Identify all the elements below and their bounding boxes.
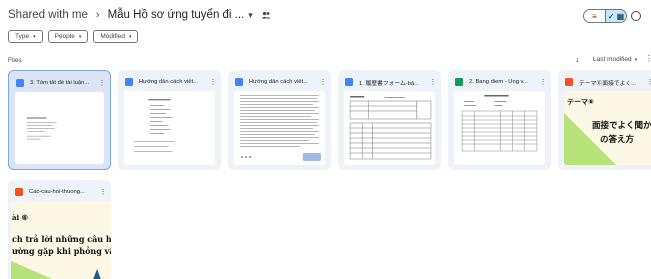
sort-direction-icon[interactable]: ↓ bbox=[575, 54, 580, 64]
more-options-icon[interactable]: ⋮ bbox=[98, 79, 106, 87]
docs-icon bbox=[345, 78, 353, 86]
slide-preview-text: ường gặp khi phỏng vấ bbox=[12, 246, 111, 256]
breadcrumb-shared-with-me[interactable]: Shared with me bbox=[8, 9, 88, 21]
slide-preview-heading: ài ⑥ bbox=[12, 213, 28, 222]
file-card[interactable]: テーマ⑥面接でよく... ⋮ テーマ⑥ 面接でよく聞か の答え方 bbox=[558, 70, 651, 170]
sort-menu-button[interactable]: Last modified ▾ bbox=[593, 56, 637, 63]
file-title: 3. Tóm tắt đề tài luận... bbox=[30, 80, 90, 86]
modified-filter-chip[interactable]: Modified ▾ bbox=[93, 30, 139, 43]
file-card[interactable]: 1. 履歴書フォーム-bả... ⋮ bbox=[338, 70, 441, 170]
people-filter-chip[interactable]: People ▾ bbox=[47, 30, 89, 43]
more-options-icon[interactable]: ⋮ bbox=[209, 78, 217, 86]
file-title: テーマ⑥面接でよく... bbox=[579, 80, 637, 87]
chip-label: People bbox=[54, 33, 75, 40]
chevron-down-icon: ▾ bbox=[33, 33, 36, 40]
slide-preview-heading: テーマ⑥ bbox=[567, 98, 594, 106]
shared-people-icon bbox=[261, 10, 271, 20]
file-thumbnail: ài ⑥ ch trả lời những câu h ường gặp khi… bbox=[11, 201, 111, 279]
file-card[interactable]: Hướng dẫn cách viết... ⋮ bbox=[228, 70, 331, 170]
more-options-icon[interactable]: ⋮ bbox=[645, 54, 651, 63]
info-icon[interactable] bbox=[631, 11, 641, 21]
chip-label: Modified bbox=[100, 33, 125, 40]
grid-view-button[interactable]: ✓ ▦ bbox=[605, 9, 627, 23]
file-title: 2. Bang diem - Ung v... bbox=[469, 79, 528, 85]
more-options-icon[interactable]: ⋮ bbox=[99, 188, 107, 196]
file-card[interactable]: 2. Bang diem - Ung v... ⋮ bbox=[448, 70, 551, 170]
file-thumbnail bbox=[15, 92, 104, 164]
file-card[interactable]: Cac-cau-hoi-thuong... ⋮ ài ⑥ ch trả lời … bbox=[8, 180, 111, 279]
chevron-down-icon: ▾ bbox=[634, 56, 638, 63]
slide-preview-text: ch trả lời những câu h bbox=[12, 234, 111, 244]
docs-icon bbox=[125, 78, 133, 86]
type-filter-chip[interactable]: Type ▾ bbox=[8, 30, 43, 43]
file-thumbnail bbox=[234, 91, 325, 165]
file-thumbnail bbox=[344, 91, 435, 165]
chevron-down-icon[interactable]: ▾ bbox=[248, 10, 253, 21]
sort-label: Last modified bbox=[593, 56, 632, 63]
file-title: 1. 履歴書フォーム-bả... bbox=[359, 80, 420, 87]
file-title: Cac-cau-hoi-thuong... bbox=[29, 189, 85, 195]
breadcrumb: Shared with me › Mẫu Hồ sơ ứng tuyển đi … bbox=[8, 5, 271, 25]
slide-preview-text: 面接でよく聞か bbox=[592, 121, 651, 131]
files-section-heading: Files bbox=[8, 57, 22, 64]
slides-icon bbox=[15, 188, 23, 196]
file-title: Hướng dẫn cách viết... bbox=[249, 79, 308, 85]
file-thumbnail bbox=[124, 91, 215, 165]
slide-preview-text: の答え方 bbox=[600, 135, 635, 145]
slides-icon bbox=[565, 78, 573, 86]
docs-icon bbox=[16, 79, 24, 87]
file-title: Hướng dẫn cách viết... bbox=[139, 79, 198, 85]
file-thumbnail bbox=[454, 91, 545, 165]
chip-label: Type bbox=[15, 33, 30, 40]
file-thumbnail: テーマ⑥ 面接でよく聞か の答え方 bbox=[564, 91, 651, 165]
more-options-icon[interactable]: ⋮ bbox=[429, 78, 437, 86]
chevron-down-icon: ▾ bbox=[78, 33, 82, 40]
chevron-down-icon: ▾ bbox=[128, 33, 132, 40]
filter-bar: Type ▾ People ▾ Modified ▾ bbox=[8, 30, 139, 43]
list-view-button[interactable]: ≡ bbox=[583, 9, 605, 23]
more-options-icon[interactable]: ⋮ bbox=[646, 78, 651, 86]
file-card[interactable]: 3. Tóm tắt đề tài luận... ⋮ bbox=[8, 70, 111, 170]
breadcrumb-current-folder[interactable]: Mẫu Hồ sơ ứng tuyển đi ... bbox=[108, 9, 245, 21]
view-toggle: ≡ ✓ ▦ bbox=[583, 9, 641, 23]
sheets-icon bbox=[455, 78, 463, 86]
more-options-icon[interactable]: ⋮ bbox=[319, 78, 327, 86]
more-options-icon[interactable]: ⋮ bbox=[539, 78, 547, 86]
docs-icon bbox=[235, 78, 243, 86]
file-card[interactable]: Hướng dẫn cách viết... ⋮ bbox=[118, 70, 221, 170]
breadcrumb-separator: › bbox=[95, 9, 100, 21]
